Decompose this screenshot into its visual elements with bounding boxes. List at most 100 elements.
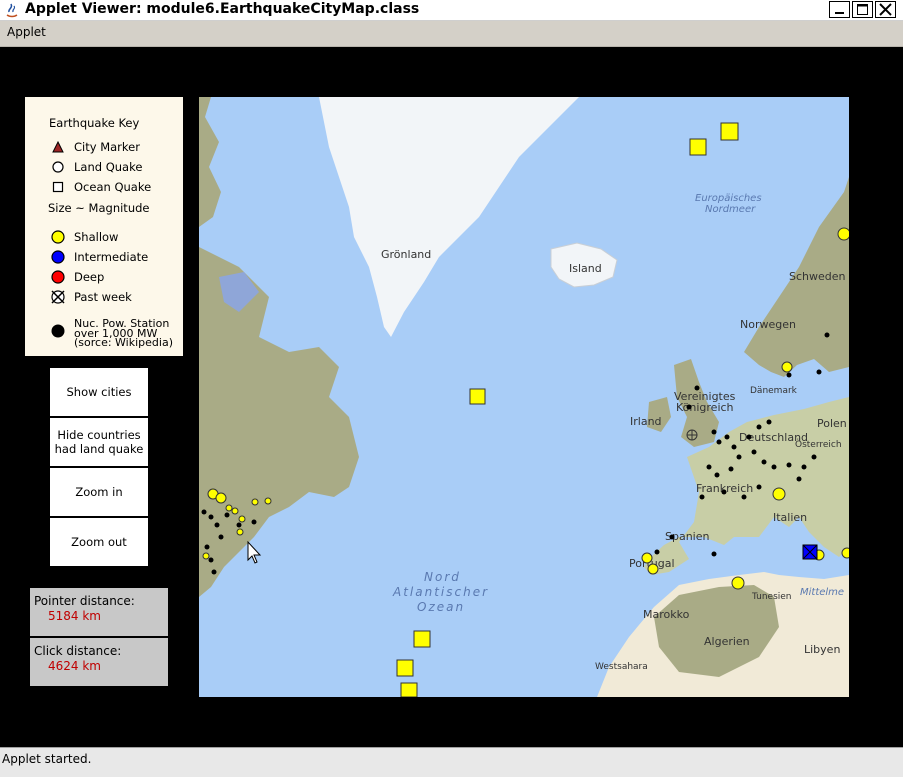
land-quake-marker[interactable]	[837, 227, 849, 241]
label-ocean-line1: Nord	[424, 570, 461, 584]
nuclear-station-marker	[218, 534, 224, 540]
nuclear-station-marker	[766, 419, 772, 425]
label-western-sahara: Westsahara	[595, 662, 648, 672]
land-quake-marker[interactable]	[202, 552, 210, 560]
land-quake-marker[interactable]	[647, 563, 659, 575]
window-title: Applet Viewer: module6.EarthquakeCityMap…	[25, 1, 420, 17]
key-city-marker: City Marker	[74, 140, 140, 154]
nuclear-station-marker	[201, 509, 207, 515]
land-quake-marker[interactable]	[231, 507, 239, 515]
nuclear-station-marker	[716, 439, 722, 445]
minimize-button[interactable]	[829, 1, 850, 18]
nuclear-station-marker	[211, 569, 217, 575]
land-quake-marker[interactable]	[264, 497, 272, 505]
pointer-distance-label: Pointer distance:	[34, 594, 135, 608]
nuclear-station-marker	[756, 484, 762, 490]
pointer-distance-value: 5184 km	[48, 609, 101, 623]
nuclear-station-icon	[51, 324, 65, 338]
key-land-quake: Land Quake	[74, 160, 143, 174]
land-quake-marker[interactable]	[215, 492, 227, 504]
nuclear-station-marker	[711, 429, 717, 435]
nuclear-station-marker	[771, 464, 777, 470]
deep-icon	[51, 270, 65, 284]
ocean-quake-marker[interactable]	[396, 659, 414, 677]
land-quake-marker[interactable]	[781, 361, 793, 373]
label-austria: Österreich	[795, 439, 842, 450]
label-norway: Norwegen	[740, 318, 796, 331]
show-cities-button[interactable]: Show cities	[50, 368, 148, 416]
nuclear-station-marker	[699, 494, 705, 500]
nuclear-station-marker	[251, 519, 257, 525]
close-button[interactable]	[875, 1, 896, 18]
nuclear-station-marker	[706, 464, 712, 470]
status-text: Applet started.	[2, 752, 92, 766]
key-past-week: Past week	[74, 290, 132, 304]
nuclear-station-marker	[801, 464, 807, 470]
nuclear-station-marker	[654, 549, 660, 555]
key-nuclear-line3: (sorce: Wikipedia)	[74, 336, 173, 349]
label-iceland: Island	[569, 262, 602, 275]
nuclear-station-marker	[236, 522, 242, 528]
nuclear-station-marker	[731, 444, 737, 450]
minimize-icon	[835, 12, 844, 14]
label-libya: Libyen	[804, 643, 840, 656]
zoom-out-button[interactable]: Zoom out	[50, 518, 148, 566]
nuclear-station-marker	[736, 454, 742, 460]
label-tunisia: Tunesien	[751, 592, 792, 602]
key-ocean-quake: Ocean Quake	[74, 180, 152, 194]
city-target-marker[interactable]	[686, 429, 698, 441]
hide-countries-button[interactable]: Hide countries had land quake	[50, 418, 148, 466]
key-shallow: Shallow	[74, 230, 119, 244]
land-quake-marker[interactable]	[238, 515, 246, 523]
earthquake-map[interactable]: Grönland Island Europäisches Nordmeer Sc…	[199, 97, 849, 697]
nuclear-station-marker	[711, 551, 717, 557]
ocean-quake-icon	[52, 181, 64, 193]
key-intermediate: Intermediate	[74, 250, 149, 264]
nuclear-station-marker	[714, 472, 720, 478]
java-icon	[6, 3, 18, 18]
land-quake-marker[interactable]	[641, 552, 653, 564]
label-ireland: Irland	[630, 415, 662, 428]
land-quake-marker[interactable]	[236, 528, 244, 536]
zoom-in-button[interactable]: Zoom in	[50, 468, 148, 516]
nuclear-station-marker	[756, 424, 762, 430]
show-cities-label: Show cities	[66, 385, 132, 399]
ocean-quake-marker[interactable]	[689, 138, 707, 156]
ocean-quake-marker[interactable]	[400, 682, 418, 697]
nuclear-station-marker	[824, 332, 830, 338]
label-denmark: Dänemark	[750, 386, 798, 396]
click-distance-panel: Click distance: 4624 km	[30, 638, 168, 686]
label-italy: Italien	[773, 511, 807, 524]
title-bar: Applet Viewer: module6.EarthquakeCityMap…	[0, 0, 903, 21]
ocean-quake-marker[interactable]	[469, 388, 486, 405]
past-week-icon	[51, 290, 65, 304]
click-distance-label: Click distance:	[34, 644, 122, 658]
nuclear-station-marker	[724, 434, 730, 440]
label-uk-line2: Königreich	[676, 401, 734, 414]
label-algeria: Algerien	[704, 635, 750, 648]
land-quake-icon	[52, 161, 64, 173]
menu-bar: Applet	[0, 21, 903, 47]
intermediate-icon	[51, 250, 65, 264]
intermediate-quake[interactable]	[802, 544, 818, 560]
ocean-quake-marker[interactable]	[720, 122, 739, 141]
land-quake-marker[interactable]	[251, 498, 259, 506]
nuclear-station-marker	[224, 512, 230, 518]
maximize-button[interactable]	[852, 1, 873, 18]
land-quake-marker[interactable]	[841, 547, 849, 559]
nuclear-station-marker	[786, 372, 792, 378]
label-morocco: Marokko	[643, 608, 690, 621]
ocean-quake-marker[interactable]	[413, 630, 431, 648]
nuclear-station-marker	[746, 434, 752, 440]
label-poland: Polen	[817, 417, 847, 430]
close-icon	[879, 3, 892, 16]
nuclear-station-marker	[208, 514, 214, 520]
land-quake-marker[interactable]	[772, 487, 786, 501]
nuclear-station-marker	[721, 489, 727, 495]
label-ocean-line2: Atlantischer	[392, 585, 489, 599]
earthquake-key: Earthquake Key City Marker Land Quake Oc…	[25, 97, 183, 356]
applet-menu[interactable]: Applet	[7, 25, 46, 39]
label-sweden: Schweden	[789, 270, 846, 283]
land-quake-marker[interactable]	[225, 504, 233, 512]
land-quake-marker[interactable]	[731, 576, 745, 590]
